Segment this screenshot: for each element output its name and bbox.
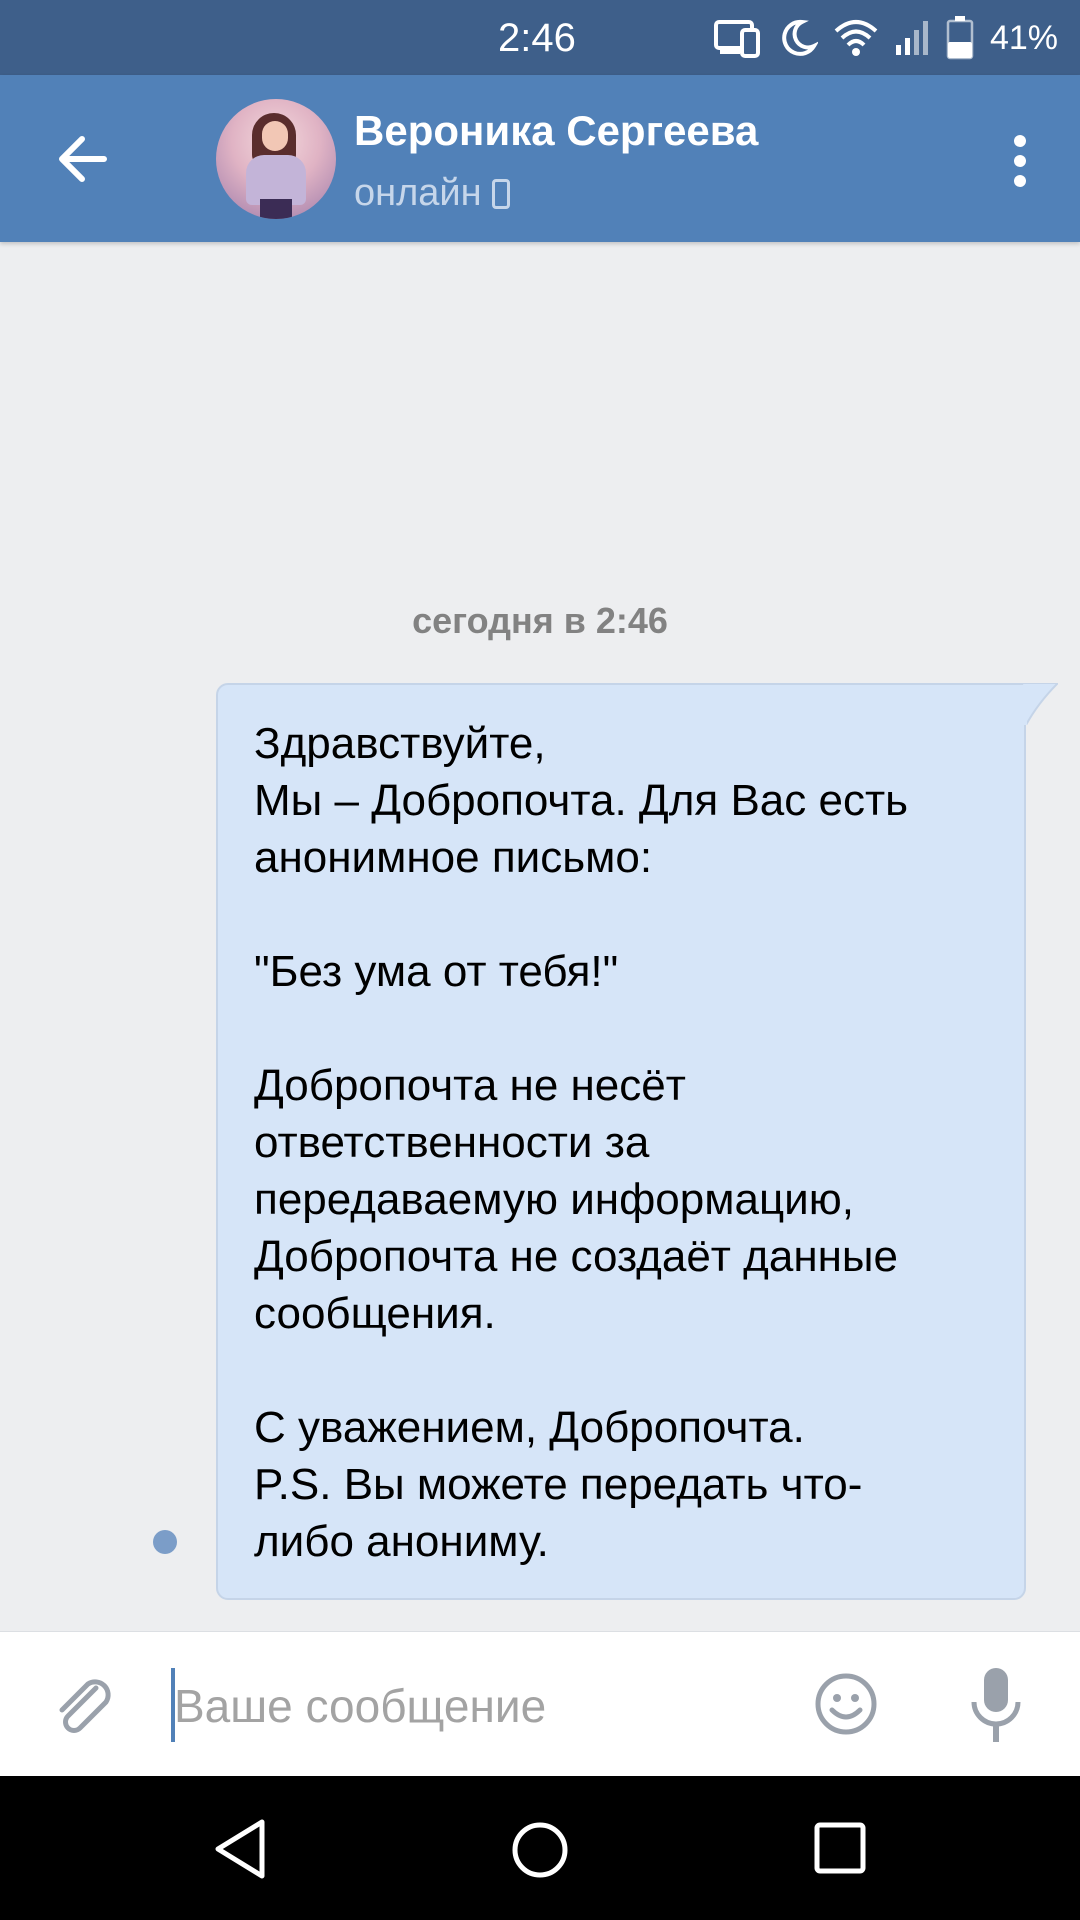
message-line: P.S. Вы можете передать что- xyxy=(254,1460,863,1509)
contact-name[interactable]: Вероника Сергеева xyxy=(354,107,758,155)
signal-icon xyxy=(895,21,928,55)
paperclip-icon[interactable] xyxy=(52,1674,118,1740)
message-line: сообщения. xyxy=(254,1289,496,1338)
message-input[interactable] xyxy=(172,1662,776,1750)
message-composer xyxy=(0,1631,1080,1777)
message-line xyxy=(254,886,990,943)
status-bar: 2:46 41% xyxy=(0,0,1080,75)
message-bubble[interactable]: Здравствуйте, Мы – Добропочта. Для Вас е… xyxy=(216,683,1026,1600)
more-options-icon[interactable] xyxy=(1000,131,1040,191)
contact-status: онлайн xyxy=(354,172,510,215)
message-line: анонимное письмо: xyxy=(254,833,653,882)
avatar[interactable] xyxy=(216,99,336,219)
nav-recent-apps-icon[interactable] xyxy=(814,1822,866,1874)
nav-back-icon[interactable] xyxy=(212,1818,272,1880)
chat-header: Вероника Сергеева онлайн xyxy=(0,75,1080,242)
message-line: либо анониму. xyxy=(254,1517,549,1566)
message-line xyxy=(254,1000,990,1057)
message-line: "Без ума от тебя!" xyxy=(254,947,619,996)
status-time: 2:46 xyxy=(498,16,576,60)
unread-indicator xyxy=(153,1530,177,1554)
message-line: Мы – Добропочта. Для Вас есть xyxy=(254,776,909,825)
date-separator: сегодня в 2:46 xyxy=(412,600,668,641)
back-arrow-icon[interactable] xyxy=(48,123,120,195)
bubble-tail xyxy=(1022,683,1058,725)
message-line: Добропочта не несёт xyxy=(254,1061,686,1110)
battery-percentage: 41% xyxy=(989,18,1058,57)
mobile-phone-icon xyxy=(491,178,510,209)
status-icons: 41% xyxy=(713,14,1058,62)
wifi-icon xyxy=(834,20,878,56)
online-status-text: онлайн xyxy=(354,172,482,214)
microphone-icon[interactable] xyxy=(970,1666,1022,1744)
message-line: передаваемую информацию, xyxy=(254,1175,854,1224)
message-line xyxy=(254,1342,990,1399)
battery-icon xyxy=(946,16,974,60)
message-line: ответственности за xyxy=(254,1118,650,1167)
message-line: Добропочта не создаёт данные xyxy=(254,1232,899,1281)
moon-icon xyxy=(782,19,818,56)
message-line: Здравствуйте, xyxy=(254,719,546,768)
nav-home-icon[interactable] xyxy=(510,1820,570,1880)
emoji-icon[interactable] xyxy=(814,1672,878,1736)
cast-icon xyxy=(713,20,760,58)
system-nav-bar xyxy=(0,1776,1080,1920)
message-line: С уважением, Добропочта. xyxy=(254,1403,805,1452)
